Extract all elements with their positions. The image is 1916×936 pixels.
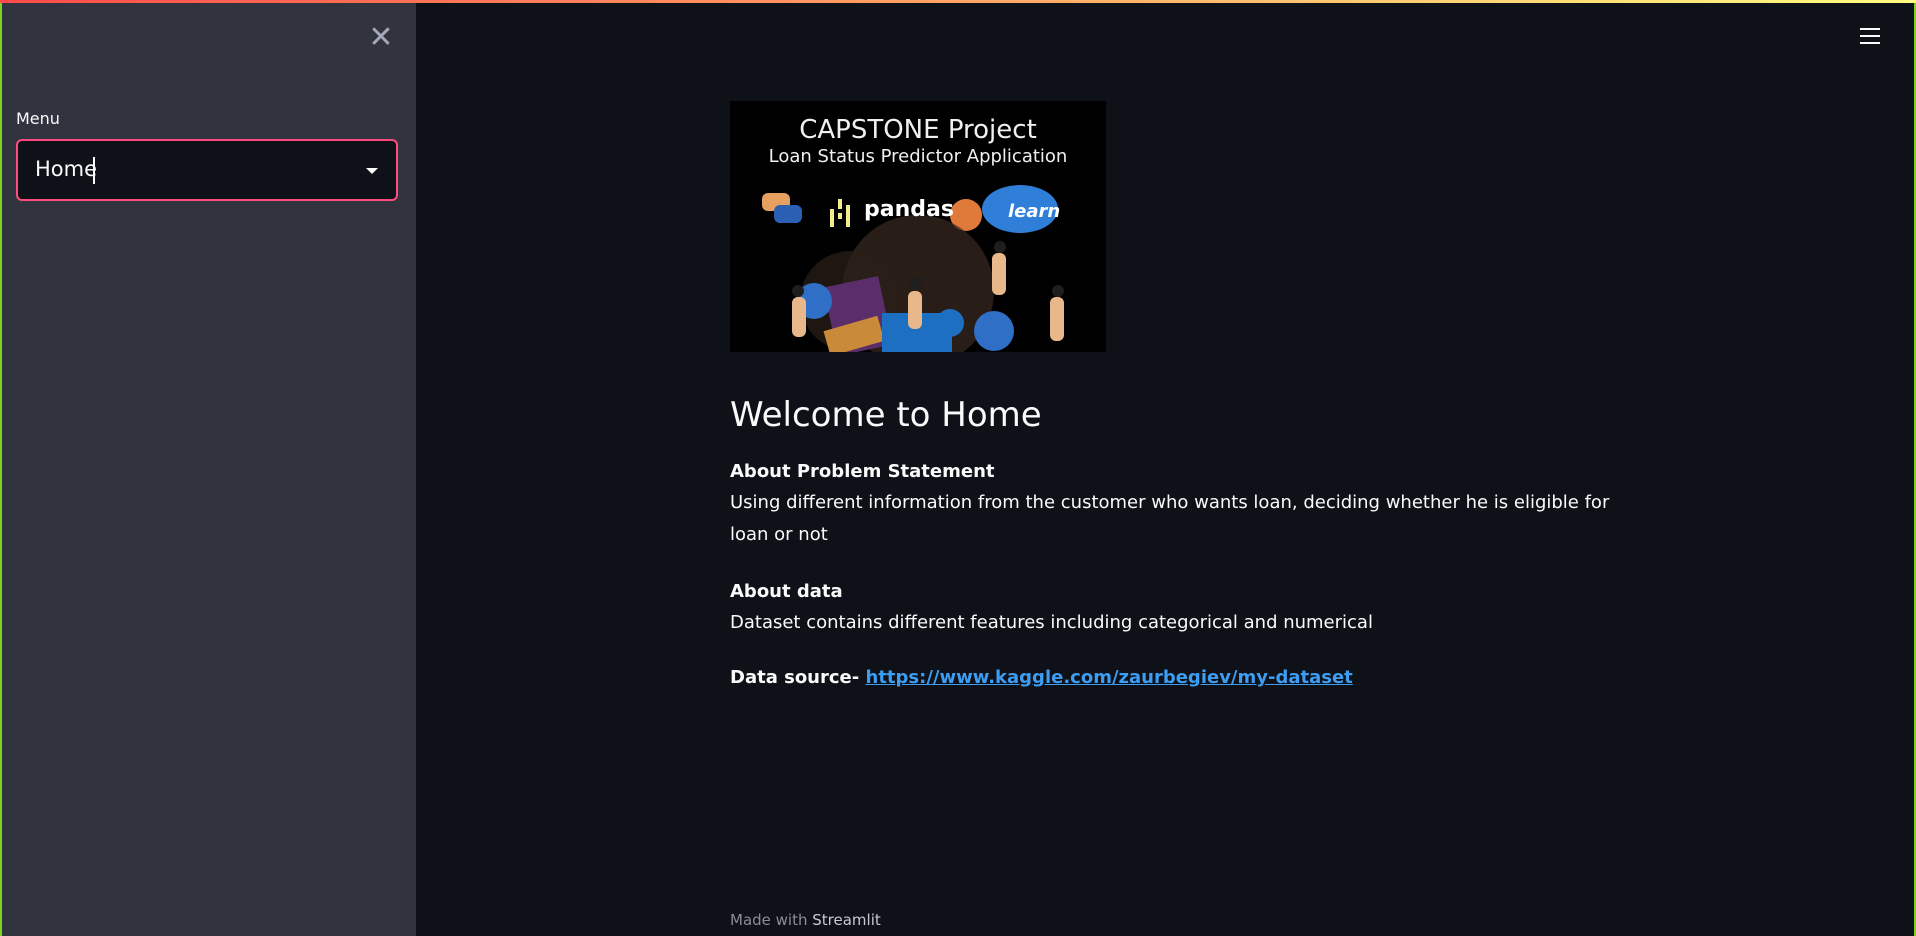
banner-pandas-label: pandas bbox=[864, 197, 954, 222]
data-source-link[interactable]: https://www.kaggle.com/zaurbegiev/my-dat… bbox=[866, 667, 1353, 688]
page-title: Welcome to Home bbox=[730, 395, 1042, 435]
problem-statement-text: Using different information from the cus… bbox=[730, 492, 1610, 545]
menu-select[interactable]: Home bbox=[16, 139, 398, 201]
menu-label: Menu bbox=[16, 109, 60, 128]
data-source-label: Data source- bbox=[730, 667, 860, 688]
menu-select-value: Home bbox=[35, 157, 98, 181]
pandas-logo-icon bbox=[830, 199, 850, 227]
text-caret bbox=[93, 157, 95, 184]
chevron-down-icon[interactable] bbox=[366, 168, 378, 174]
banner-learn-label: learn bbox=[1008, 201, 1061, 222]
sidebar: ✕ Menu Home bbox=[2, 3, 416, 936]
data-source: Data source- https://www.kaggle.com/zaur… bbox=[730, 667, 1353, 688]
about-data-text: Dataset contains different features incl… bbox=[730, 612, 1373, 633]
banner-image: CAPSTONE Project Loan Status Predictor A… bbox=[730, 101, 1106, 352]
footer-made-with: Made with bbox=[730, 911, 808, 929]
top-accent-bar bbox=[0, 0, 1916, 3]
main-content: CAPSTONE Project Loan Status Predictor A… bbox=[416, 3, 1914, 936]
banner-illustration bbox=[762, 185, 1064, 352]
python-logo-icon bbox=[762, 193, 802, 223]
footer: Made with Streamlit bbox=[730, 911, 881, 929]
window-border-left bbox=[0, 0, 2, 936]
footer-streamlit-link[interactable]: Streamlit bbox=[812, 911, 881, 929]
close-icon[interactable]: ✕ bbox=[366, 23, 396, 53]
problem-statement-title: About Problem Statement bbox=[730, 461, 995, 482]
about-data-title: About data bbox=[730, 581, 843, 602]
